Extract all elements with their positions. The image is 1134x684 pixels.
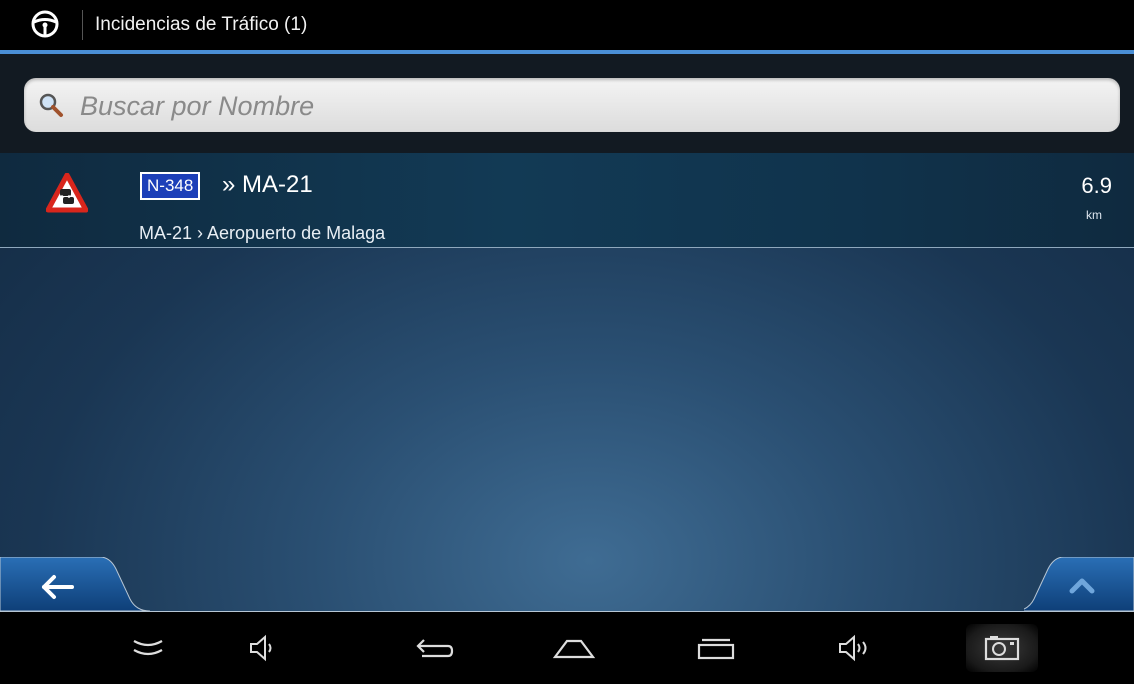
volume-down-icon: [250, 634, 272, 662]
back-nav-button[interactable]: [402, 624, 462, 672]
title-divider: [82, 10, 83, 40]
incident-distance: 6.9: [1081, 173, 1112, 198]
road-badge: N-348: [140, 172, 201, 200]
incident-subtitle: MA-21 › Aeropuerto de Malaga: [139, 223, 386, 243]
expand-up-button[interactable]: [1024, 557, 1134, 613]
volume-up-button[interactable]: [826, 624, 886, 672]
collapse-button[interactable]: [118, 624, 178, 672]
steering-wheel-icon[interactable]: [30, 9, 60, 39]
incident-title: » MA-21: [222, 171, 313, 198]
home-nav-button[interactable]: [544, 624, 604, 672]
volume-up-icon: [839, 634, 867, 662]
system-nav-bar: [0, 612, 1134, 684]
recent-apps-button[interactable]: [686, 624, 746, 672]
collapse-icon: [133, 640, 163, 656]
search-area: [0, 54, 1134, 153]
page-title: Incidencias de Tráfico (1): [95, 14, 308, 35]
traffic-jam-warning-icon: [46, 173, 88, 213]
search-icon: [39, 93, 63, 117]
home-icon: [552, 639, 596, 659]
back-button[interactable]: [0, 557, 150, 613]
recent-apps-icon: [697, 638, 735, 660]
search-input[interactable]: [78, 86, 1102, 126]
distance-unit: km: [1086, 208, 1102, 222]
search-box[interactable]: [24, 78, 1120, 132]
incident-row[interactable]: N-348 » MA-21 MA-21 › Aeropuerto de Mala…: [0, 153, 1134, 248]
screenshot-icon: [984, 636, 1020, 661]
screen: Incidencias de Tráfico (1) N-348 » MA-21…: [0, 0, 1134, 684]
volume-down-button[interactable]: [232, 624, 292, 672]
screenshot-button[interactable]: [966, 624, 1038, 672]
title-bar: Incidencias de Tráfico (1): [0, 0, 1134, 50]
back-icon: [416, 639, 454, 658]
